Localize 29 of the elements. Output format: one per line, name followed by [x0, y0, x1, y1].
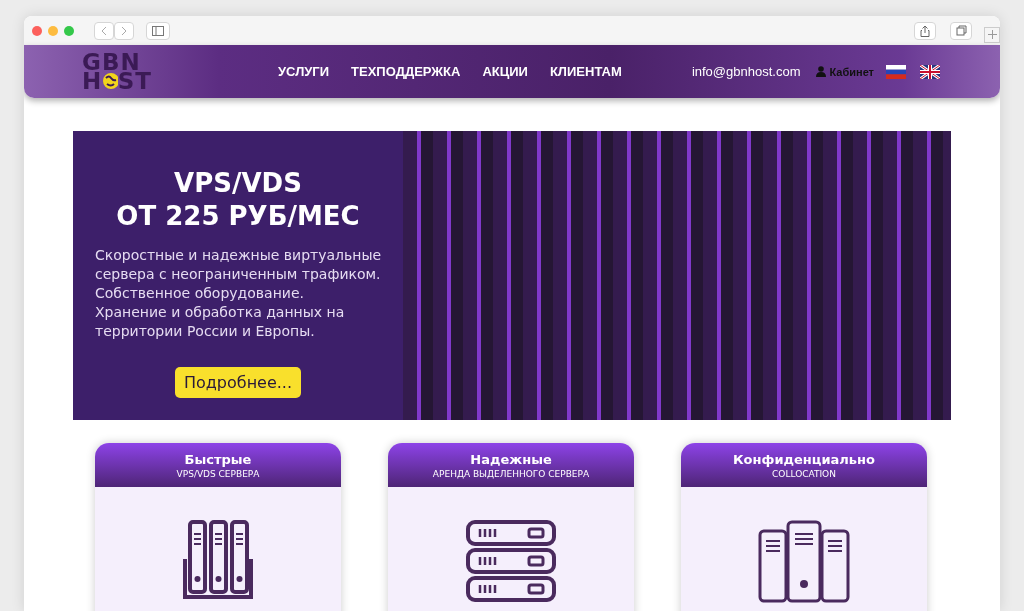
card-title: Быстрые	[184, 451, 252, 467]
server-stack-icon	[465, 519, 557, 603]
nav-link[interactable]: ТЕХПОДДЕРЖКА	[351, 64, 461, 79]
more-button[interactable]: Подробнее...	[174, 367, 302, 398]
tabs-icon[interactable]	[950, 21, 972, 40]
back-icon[interactable]	[94, 21, 114, 40]
nav-link[interactable]: КЛИЕНТАМ	[549, 64, 622, 79]
globe-icon	[102, 72, 118, 90]
british-flag-icon[interactable]	[920, 64, 940, 79]
user-icon	[816, 66, 827, 77]
card-title: Надежные	[470, 451, 552, 467]
card-subtitle: АРЕНДА ВЫДЕЛЕННОГО СЕРВЕРА	[432, 468, 590, 479]
hero-description: Скоростные и надежные виртуальные сервера с неограниченным трафиком. Собственное оборудование. Хранение и обработка данных на территории России и Европы.	[95, 246, 382, 341]
maximize-window-icon[interactable]	[64, 25, 74, 36]
share-icon[interactable]	[914, 21, 936, 40]
russian-flag-icon[interactable]	[886, 64, 906, 79]
card-subtitle: VPS/VDS СЕРВЕРА	[176, 468, 260, 479]
new-tab-icon[interactable]	[984, 26, 1000, 43]
sidebar-icon[interactable]	[146, 21, 170, 40]
email-link[interactable]: info@gbnhost.com	[691, 64, 801, 79]
forward-icon[interactable]	[114, 21, 134, 40]
nav-link[interactable]: АКЦИИ	[482, 64, 528, 79]
hero-title: VPS/VDS ОТ 225 РУБ/МЕС	[116, 167, 360, 233]
card-title: Конфиденциально	[733, 451, 875, 467]
minimize-window-icon[interactable]	[48, 25, 58, 36]
server-towers-icon	[758, 519, 850, 603]
nav-link[interactable]: УСЛУГИ	[278, 64, 330, 79]
close-window-icon[interactable]	[32, 25, 42, 36]
card-subtitle: COLLOCATION	[772, 468, 836, 479]
